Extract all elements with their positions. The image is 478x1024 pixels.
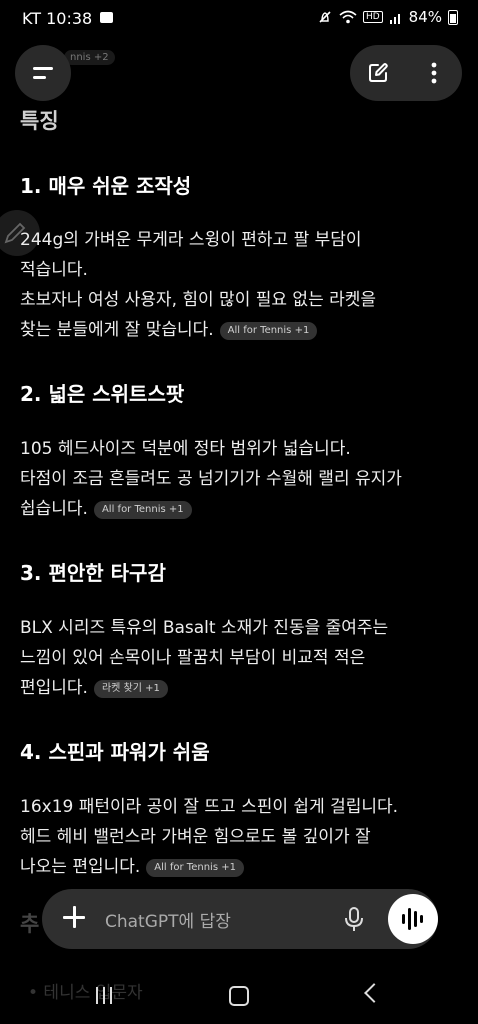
feature-text-2: 105 헤드사이즈 덕분에 정타 범위가 넓습니다. 타점이 조금 흔들려도 공… [20, 439, 402, 519]
wifi-icon [339, 10, 357, 24]
voice-mode-button[interactable] [388, 894, 438, 944]
plus-icon[interactable] [62, 905, 86, 929]
source-chip[interactable]: All for Tennis +1 [146, 859, 244, 877]
source-chip[interactable]: 라켓 찾기 +1 [93, 680, 168, 698]
system-nav-bar [0, 966, 478, 1024]
feature-text-1: 244g의 가벼운 무게라 스윙이 편하고 팔 부담이 적습니다. 초보자나 여… [20, 230, 377, 340]
faded-source-chip: nnis +2 [64, 50, 115, 65]
battery-percent: 84% [408, 8, 442, 26]
more-vertical-icon[interactable] [422, 59, 446, 87]
new-chat-icon[interactable] [366, 61, 390, 85]
feature-text-4: 16x19 패턴이라 공이 잘 뜨고 스핀이 쉽게 걸립니다. 헤드 헤비 밸런… [20, 797, 399, 877]
feature-heading-3: 3. 편안한 타구감 [20, 561, 166, 585]
gallery-notification-icon [100, 12, 113, 23]
feature-text-3: BLX 시리즈 특유의 Basalt 소재가 진동을 줄여주는 느낌이 있어 손… [20, 618, 389, 698]
section-title: 특징 [20, 109, 59, 133]
feature-heading-2: 2. 넓은 스위트스팟 [20, 382, 185, 406]
home-icon[interactable] [229, 986, 249, 1006]
status-time: KT 10:38 [22, 9, 93, 28]
top-actions [350, 45, 462, 101]
faded-heading: 추 [20, 912, 40, 936]
source-chip[interactable]: All for Tennis +1 [93, 501, 192, 519]
status-icons: HD 84% [317, 8, 458, 26]
feature-heading-1: 1. 매우 쉬운 조작성 [20, 174, 192, 198]
hd-voice-icon: HD [362, 11, 383, 23]
signal-icon [389, 13, 400, 24]
recent-apps-icon[interactable] [96, 987, 114, 1004]
battery-icon [448, 9, 458, 25]
feature-heading-4: 4. 스핀과 파워가 쉬움 [20, 740, 210, 764]
menu-button[interactable] [15, 45, 71, 101]
composer: ChatGPT에 답장 [42, 889, 438, 949]
source-chip[interactable]: All for Tennis +1 [219, 322, 318, 340]
status-bar: KT 10:38 HD 84% [0, 0, 478, 38]
alarm-mute-icon [319, 11, 331, 23]
back-icon[interactable] [364, 983, 384, 1003]
message-input[interactable]: ChatGPT에 답장 [105, 907, 231, 932]
microphone-icon[interactable] [344, 907, 364, 933]
